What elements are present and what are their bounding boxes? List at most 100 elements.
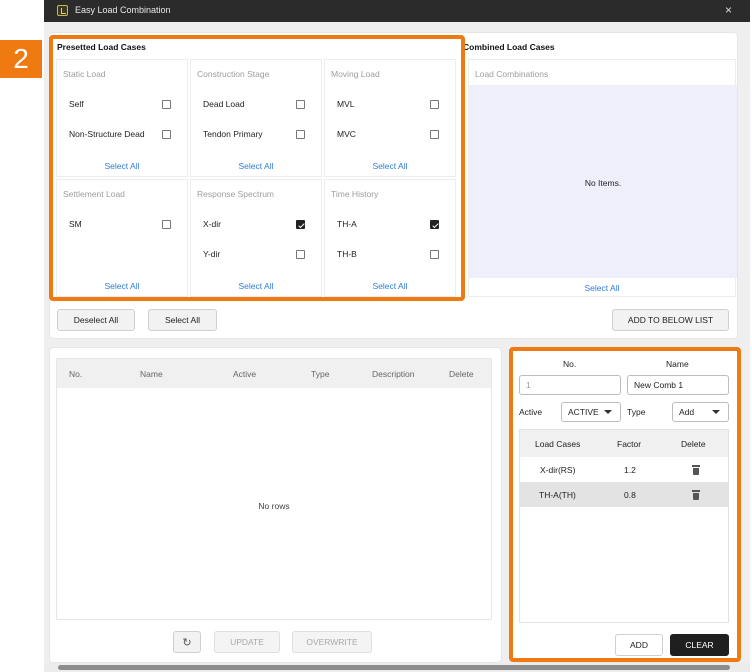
chevron-down-icon	[712, 410, 720, 414]
presetted-title: Presetted Load Cases	[57, 42, 146, 52]
clear-button[interactable]: CLEAR	[670, 634, 729, 656]
trash-icon[interactable]	[692, 490, 700, 500]
group-static-load: Static Load Self Non-Structure Dead Sele…	[56, 59, 188, 177]
combination-table: No. Name Active Type Description Delete …	[56, 358, 492, 620]
scrollbar-thumb[interactable]	[58, 665, 730, 670]
load-case-label: Y-dir	[203, 249, 221, 259]
column-delete: Delete	[681, 439, 706, 449]
select-all-link[interactable]: Select All	[325, 161, 455, 171]
type-select[interactable]: Add	[672, 402, 729, 422]
load-case-label: X-dir	[203, 219, 221, 229]
chevron-down-icon	[604, 410, 612, 414]
step-badge: 2	[0, 40, 42, 78]
active-value: ACTIVE	[568, 407, 599, 417]
load-case-label: TH-B	[337, 249, 357, 259]
select-all-link[interactable]: Select All	[325, 281, 455, 291]
column-factor: Factor	[617, 439, 642, 449]
load-case-checkbox[interactable]	[162, 130, 171, 139]
load-case-label: Tendon Primary	[203, 129, 263, 139]
factor-row[interactable]: TH-A(TH) 0.8	[520, 482, 728, 507]
window-body: Presetted Load Cases Combined Load Cases…	[44, 22, 750, 672]
factor-row[interactable]: X-dir(RS) 1.2	[520, 457, 728, 482]
title-bar: Easy Load Combination ×	[44, 0, 750, 22]
load-factor-table: Load Cases Factor Delete X-dir(RS) 1.2 T…	[519, 429, 729, 623]
load-case-label: MVL	[337, 99, 355, 109]
combinations-title: Load Combinations	[475, 69, 549, 79]
app-icon	[57, 5, 68, 16]
no-input[interactable]: 1	[519, 375, 621, 395]
update-button[interactable]: UPDATE	[214, 631, 280, 653]
load-case-checkbox[interactable]	[430, 100, 439, 109]
load-case-label: TH-A	[337, 219, 357, 229]
horizontal-scrollbar[interactable]	[44, 663, 750, 672]
column-type: Type	[311, 369, 330, 379]
column-active: Active	[233, 369, 257, 379]
select-all-link[interactable]: Select All	[57, 161, 187, 171]
column-no: No.	[69, 369, 83, 379]
active-label: Active	[519, 407, 543, 417]
refresh-icon[interactable]: ↻	[173, 631, 201, 653]
group-response-spectrum: Response Spectrum X-dir Y-dir Select All	[190, 179, 322, 297]
group-title: Settlement Load	[63, 189, 125, 199]
table-header: No. Name Active Type Description Delete	[57, 359, 491, 388]
type-value: Add	[679, 407, 695, 417]
load-case-checkbox[interactable]	[162, 100, 171, 109]
combination-editor-card: No. Name 1 New Comb 1 Active ACTIVE Type…	[511, 348, 737, 662]
load-case-checkbox[interactable]	[430, 130, 439, 139]
load-case-checkbox-checked[interactable]	[296, 220, 305, 229]
load-case-label: MVC	[337, 129, 356, 139]
load-case-cell: TH-A(TH)	[539, 490, 576, 500]
add-to-list-button[interactable]: ADD TO BELOW LIST	[612, 309, 729, 331]
load-case-card: Presetted Load Cases Combined Load Cases…	[50, 33, 737, 338]
load-case-checkbox[interactable]	[296, 130, 305, 139]
select-all-link[interactable]: Select All	[57, 281, 187, 291]
column-load-cases: Load Cases	[535, 439, 581, 449]
column-delete: Delete	[449, 369, 474, 379]
combinations-panel: Load Combinations No Items. Select All	[468, 59, 737, 297]
window-title: Easy Load Combination	[75, 5, 171, 15]
load-case-label: Non-Structure Dead	[69, 129, 145, 139]
factor-cell[interactable]: 0.8	[624, 490, 636, 500]
overwrite-button[interactable]: OVERWRITE	[292, 631, 372, 653]
factor-table-header: Load Cases Factor Delete	[520, 430, 728, 457]
close-icon[interactable]: ×	[725, 3, 732, 17]
deselect-all-button[interactable]: Deselect All	[57, 309, 135, 331]
trash-icon[interactable]	[692, 465, 700, 475]
group-title: Time History	[331, 189, 379, 199]
load-case-cell: X-dir(RS)	[540, 465, 576, 475]
group-construction-stage: Construction Stage Dead Load Tendon Prim…	[190, 59, 322, 177]
load-case-label: SM	[69, 219, 82, 229]
group-title: Static Load	[63, 69, 106, 79]
type-label: Type	[627, 407, 646, 417]
load-case-checkbox[interactable]	[430, 250, 439, 259]
load-case-label: Self	[69, 99, 84, 109]
combination-table-card: No. Name Active Type Description Delete …	[50, 348, 501, 662]
name-input[interactable]: New Comb 1	[627, 375, 729, 395]
load-case-checkbox[interactable]	[296, 100, 305, 109]
empty-table-message: No rows	[258, 501, 290, 511]
combinations-list[interactable]: No Items.	[469, 85, 737, 278]
group-settlement-load: Settlement Load SM Select All	[56, 179, 188, 297]
no-label: No.	[563, 359, 577, 369]
column-description: Description	[372, 369, 415, 379]
load-case-checkbox[interactable]	[296, 250, 305, 259]
load-case-checkbox[interactable]	[162, 220, 171, 229]
empty-message: No Items.	[584, 178, 622, 188]
select-all-button[interactable]: Select All	[148, 309, 217, 331]
select-all-link[interactable]: Select All	[191, 161, 321, 171]
select-all-link[interactable]: Select All	[469, 283, 735, 293]
group-title: Moving Load	[331, 69, 380, 79]
group-title: Construction Stage	[197, 69, 270, 79]
select-all-link[interactable]: Select All	[191, 281, 321, 291]
combined-title: Combined Load Cases	[463, 42, 555, 52]
name-label: Name	[666, 359, 689, 369]
active-select[interactable]: ACTIVE	[561, 402, 621, 422]
add-button[interactable]: ADD	[615, 634, 663, 656]
group-moving-load: Moving Load MVL MVC Select All	[324, 59, 456, 177]
factor-cell[interactable]: 1.2	[624, 465, 636, 475]
group-time-history: Time History TH-A TH-B Select All	[324, 179, 456, 297]
group-title: Response Spectrum	[197, 189, 275, 199]
load-case-checkbox-checked[interactable]	[430, 220, 439, 229]
column-name: Name	[140, 369, 163, 379]
load-case-label: Dead Load	[203, 99, 245, 109]
